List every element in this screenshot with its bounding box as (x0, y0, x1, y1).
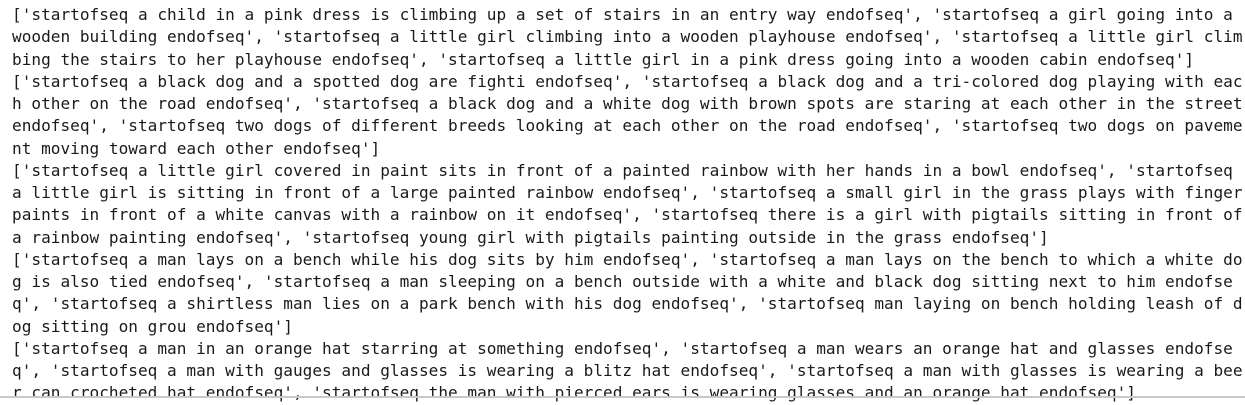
output-line: ['startofseq a man lays on a bench while… (12, 249, 1243, 269)
output-line: og sitting on grou endofseq'] (12, 316, 293, 336)
output-line: ['startofseq a little girl covered in pa… (12, 160, 1233, 180)
output-line: r can crocheted hat endofseq', 'startofs… (12, 383, 1136, 403)
output-line: wooden building endofseq', 'startofseq a… (12, 27, 1243, 47)
output-line: a little girl is sitting in front of a l… (12, 183, 1243, 202)
output-line: g is also tied endofseq', 'startofseq a … (12, 272, 1233, 291)
output-line: endofseq', 'startofseq two dogs of diffe… (12, 116, 1243, 136)
output-line: nt moving toward each other endofseq'] (12, 138, 381, 158)
output-line: h other on the road endofseq', 'startofs… (12, 94, 1243, 113)
cell-output-text: ['startofseq a child in a pink dress is … (12, 4, 1245, 405)
output-line: a rainbow painting endofseq', 'startofse… (12, 227, 1049, 247)
output-line: ['startofseq a child in a pink dress is … (12, 5, 1233, 24)
output-line: q', 'startofseq a man with gauges and gl… (12, 361, 1243, 380)
output-line: paints in front of a white canvas with a… (12, 205, 1243, 225)
output-line: q', 'startofseq a shirtless man lies on … (12, 294, 1243, 314)
output-line: ['startofseq a man in an orange hat star… (12, 338, 1233, 358)
cell-divider (0, 396, 1245, 398)
output-line: bing the stairs to her playhouse endofse… (12, 49, 1195, 69)
output-line: ['startofseq a black dog and a spotted d… (12, 71, 1243, 91)
